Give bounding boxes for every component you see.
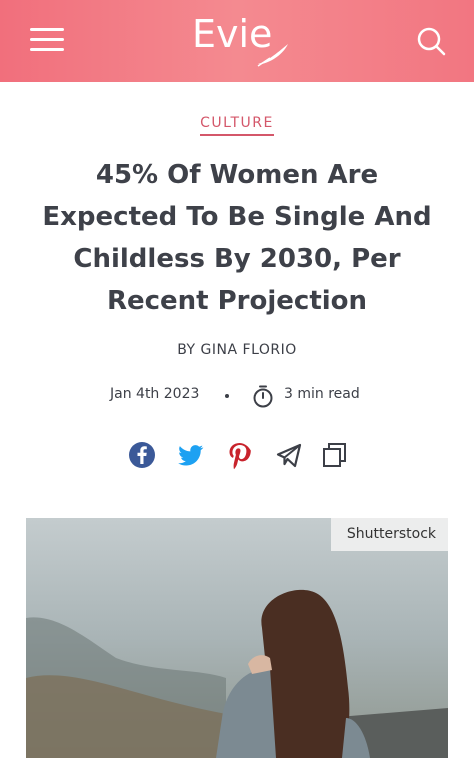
twitter-icon[interactable] [175, 440, 205, 470]
search-icon[interactable] [416, 26, 446, 56]
category-link[interactable]: CULTURE [200, 115, 274, 136]
hero-image: Shutterstock [26, 518, 448, 758]
hero-photo [26, 518, 448, 758]
timer-icon [253, 385, 273, 408]
telegram-icon[interactable] [274, 440, 304, 470]
menu-icon[interactable] [30, 27, 64, 53]
meta-separator [225, 394, 229, 398]
facebook-icon[interactable] [127, 440, 157, 470]
read-time: 3 min read [284, 386, 360, 402]
share-bar [0, 436, 474, 476]
site-logo[interactable]: Evie [188, 8, 298, 70]
copy-icon[interactable] [320, 440, 350, 470]
article-title: 45% Of Women Are Expected To Be Single A… [42, 160, 432, 316]
feather-icon [257, 44, 288, 67]
article-meta: Jan 4th 2023 3 min read [0, 382, 474, 410]
publish-date: Jan 4th 2023 [110, 386, 200, 402]
category-container: CULTURE [0, 112, 474, 136]
site-header: Evie [0, 0, 474, 82]
image-credit: Shutterstock [330, 518, 448, 551]
pinterest-icon[interactable] [224, 440, 254, 470]
author-byline[interactable]: BY GINA FLORIO [0, 342, 474, 358]
